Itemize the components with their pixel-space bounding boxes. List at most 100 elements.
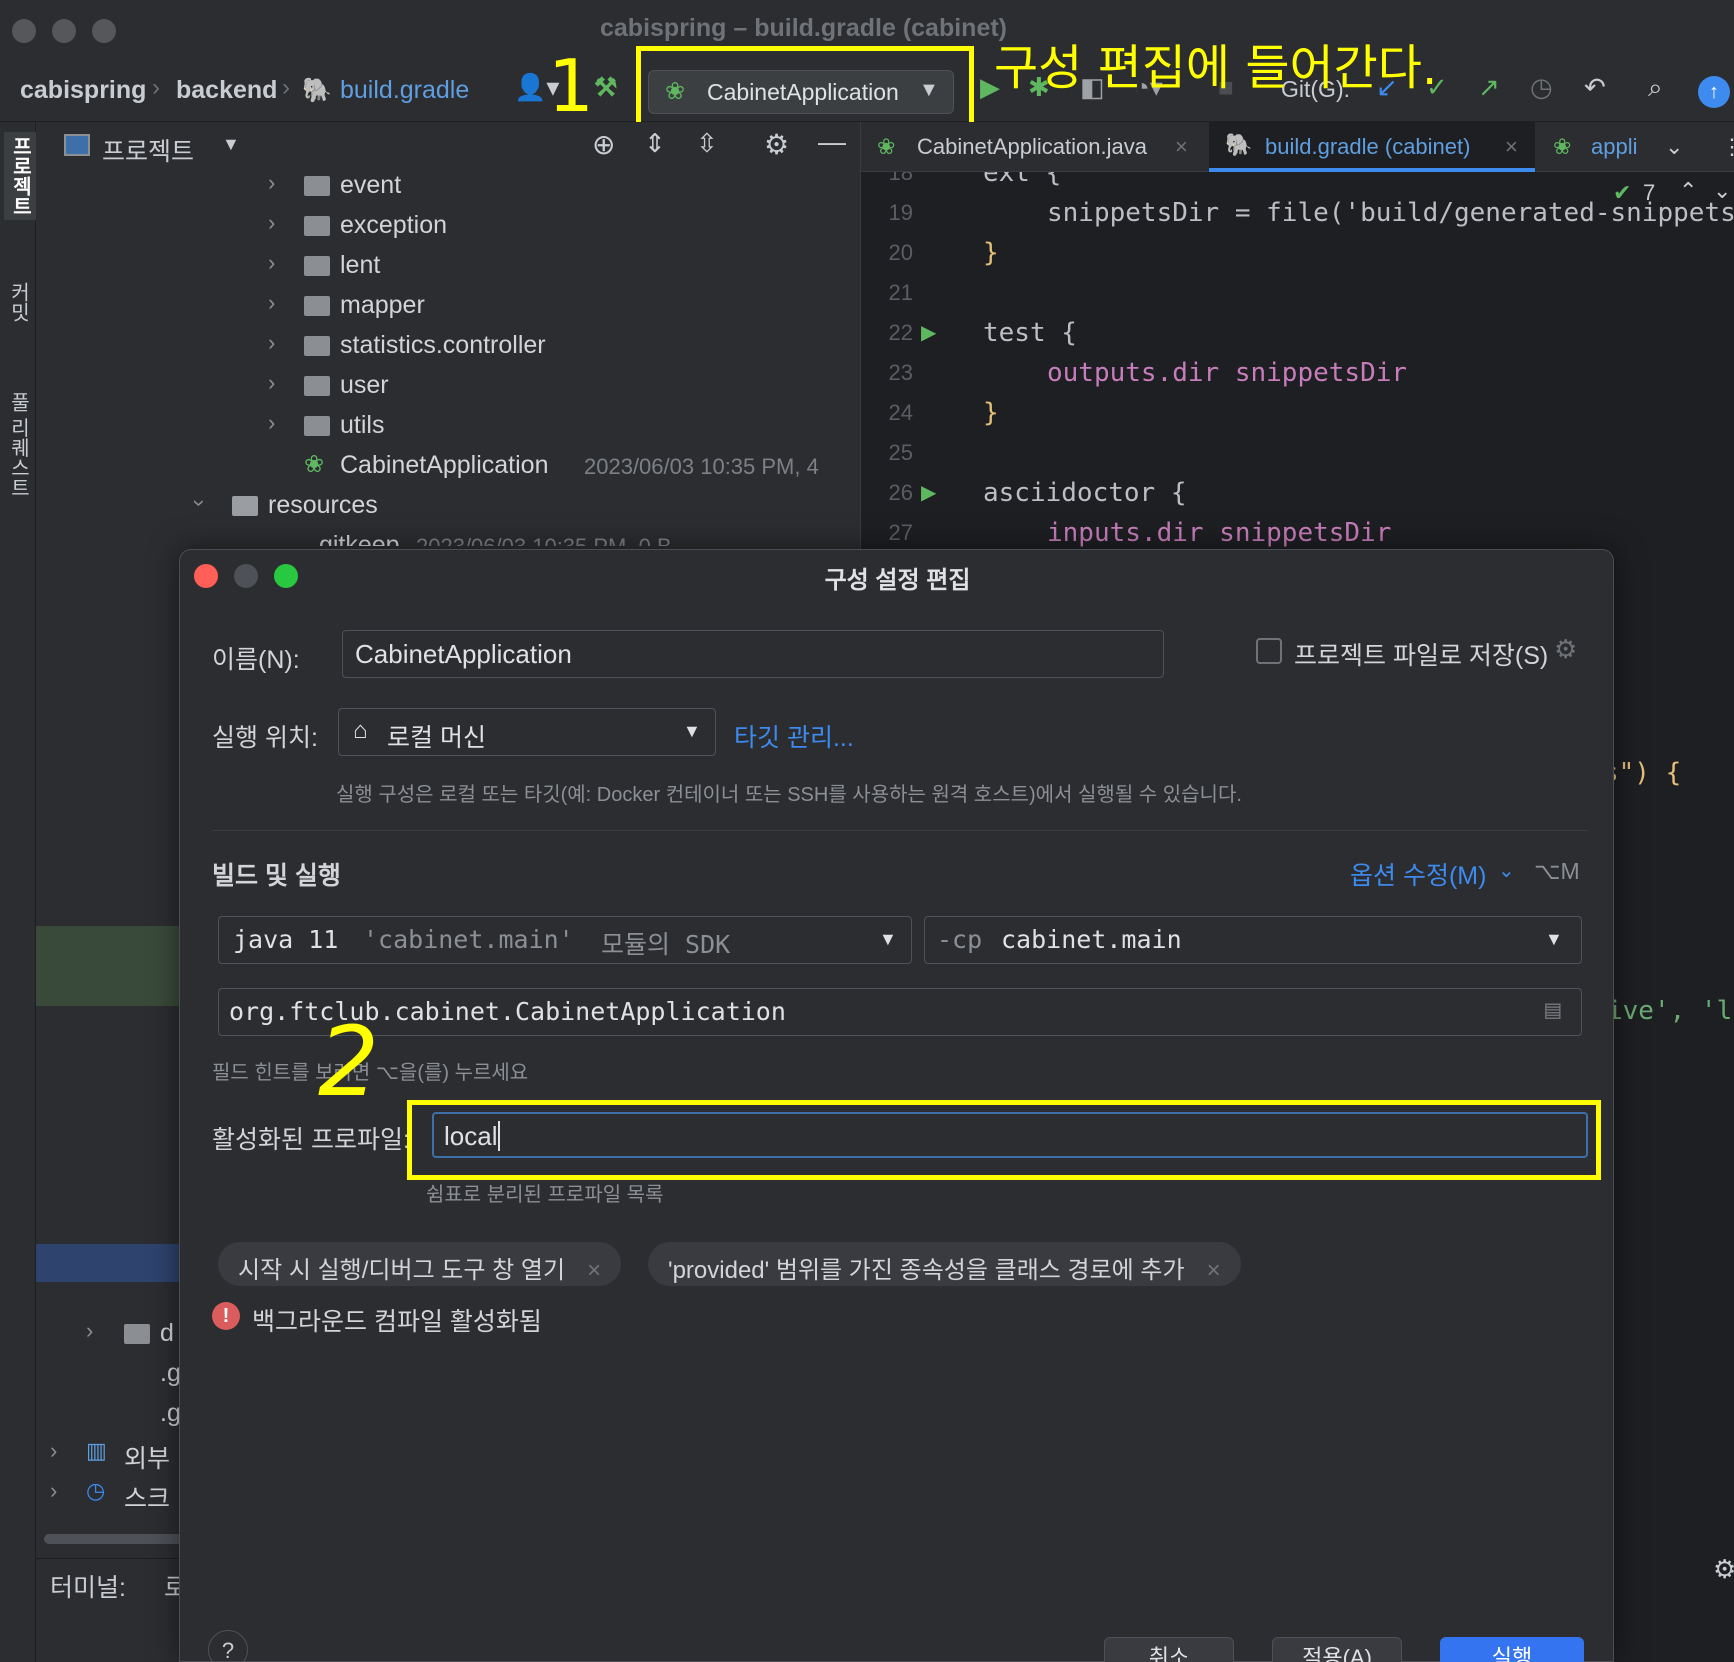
tree-item-lent[interactable]: › lent xyxy=(36,246,860,286)
apply-button[interactable]: 적용(A) xyxy=(1272,1637,1402,1662)
hide-pane-icon[interactable]: — xyxy=(818,126,846,158)
chevron-down-icon[interactable]: ⌄ xyxy=(1713,178,1731,204)
more-options-icon[interactable]: ⋮ xyxy=(1721,134,1734,160)
active-profiles-label: 활성화된 프로파일: xyxy=(212,1126,410,1154)
code-line-23: outputs.dir snippetsDir xyxy=(1047,358,1408,388)
help-button[interactable]: ? xyxy=(208,1630,248,1662)
horizontal-scrollbar[interactable] xyxy=(44,1534,184,1544)
sdk-dropdown[interactable]: java 11 'cabinet.main' 모듈의 SDK ▼ xyxy=(218,916,912,964)
classpath-prefix: -cp xyxy=(937,925,983,954)
run-gutter-icon[interactable]: ▶ xyxy=(921,320,936,345)
git-rollback-icon[interactable]: ↶ xyxy=(1584,72,1606,103)
active-profiles-hint: 쉼표로 분리된 프로파일 목록 xyxy=(426,1184,664,1206)
chevron-down-icon: ▼ xyxy=(683,721,701,741)
git-push-icon[interactable]: ↗ xyxy=(1478,72,1500,103)
breadcrumb-project[interactable]: cabispring xyxy=(20,76,146,105)
tab-application[interactable]: appli xyxy=(1591,134,1645,160)
chip-label: 시작 시 실행/디버그 도구 창 열기 xyxy=(238,1257,566,1284)
chevron-down-icon: ▼ xyxy=(1545,929,1563,949)
sdk-module-value: 'cabinet.main' xyxy=(363,925,574,954)
spring-class-icon: ❀ xyxy=(877,134,896,159)
tree-item-statistics-controller[interactable]: › statistics.controller xyxy=(36,326,860,366)
run-on-dropdown[interactable]: ⌂ 로컬 머신 ▼ xyxy=(338,708,716,756)
annotation-number-2: 2 xyxy=(318,1006,380,1118)
tree-item-d[interactable]: › d xyxy=(36,1314,180,1354)
tree-item-user[interactable]: › user xyxy=(36,366,860,406)
tab-cabinet-application-java[interactable]: CabinetApplication.java xyxy=(917,134,1147,160)
dialog-title: 구성 설정 편집 xyxy=(824,567,971,594)
chevron-down-icon[interactable]: ▼ xyxy=(222,134,240,155)
chip-add-provided-dependencies[interactable]: 'provided' 범위를 가진 종속성을 클래스 경로에 추가 × xyxy=(648,1242,1241,1286)
chevron-down-icon: ▼ xyxy=(879,929,897,949)
tree-item-external-libraries[interactable]: › ▥ 외부 xyxy=(36,1434,180,1474)
classpath-dropdown[interactable]: -cp cabinet.main ▼ xyxy=(924,916,1582,964)
breadcrumb-module[interactable]: backend xyxy=(176,76,277,105)
project-pane-title[interactable]: 프로젝트 xyxy=(102,132,194,168)
tree-item-event[interactable]: › event xyxy=(36,166,860,206)
side-tab-commit[interactable]: 커밋 xyxy=(4,282,33,322)
chip-label: 'provided' 범위를 가진 종속성을 클래스 경로에 추가 xyxy=(668,1257,1185,1284)
chip-open-run-debug-window[interactable]: 시작 시 실행/디버그 도구 창 열기 × xyxy=(218,1242,622,1286)
build-hammer-icon[interactable]: ⚒ xyxy=(594,72,617,103)
inspection-ok-icon[interactable]: ✔ xyxy=(1613,180,1631,206)
locate-icon[interactable]: ⊕ xyxy=(592,128,615,161)
divider xyxy=(212,830,1588,831)
breadcrumb-file[interactable]: build.gradle xyxy=(340,76,469,105)
terminal-label: 터미널: xyxy=(50,1574,126,1602)
tree-item-gitkeep[interactable]: .gitkeep 2023/06/03 10:35 PM, 0 B xyxy=(36,526,860,546)
chevron-down-icon[interactable]: ⌄ xyxy=(1498,858,1515,883)
close-icon[interactable]: × xyxy=(587,1257,601,1284)
main-class-field[interactable]: org.ftclub.cabinet.CabinetApplication ▤ xyxy=(218,988,1582,1036)
close-icon[interactable]: × xyxy=(1505,134,1518,160)
code-area[interactable]: 18 ext { 19 snippetsDir = file('build/ge… xyxy=(861,172,1734,552)
modify-options-link[interactable]: 옵션 수정(M) xyxy=(1350,856,1486,892)
tree-selection-highlight xyxy=(36,1244,186,1282)
gear-icon[interactable]: ⚙ xyxy=(1713,1554,1734,1585)
chevron-up-icon[interactable]: ⌃ xyxy=(1679,178,1697,204)
name-field[interactable]: CabinetApplication xyxy=(342,630,1164,678)
line-number: 22 xyxy=(888,320,913,345)
tool-window-strip: 프로젝트 커밋 풀 리퀘스트 xyxy=(0,122,37,1662)
expand-all-icon[interactable]: ⇕ xyxy=(644,128,666,159)
window-minimize-button[interactable] xyxy=(52,19,76,43)
tree-item-exception[interactable]: › exception xyxy=(36,206,860,246)
run-on-label: 실행 위치: xyxy=(212,724,318,752)
tree-item-resources[interactable]: › resources xyxy=(36,486,860,526)
side-tab-pull-requests[interactable]: 풀 리퀘스트 xyxy=(4,392,33,498)
build-run-header: 빌드 및 실행 xyxy=(212,862,341,890)
gear-icon[interactable]: ⚙ xyxy=(1554,634,1577,665)
gradle-icon: 🐘 xyxy=(1225,132,1253,157)
library-icon: ▥ xyxy=(86,1438,107,1463)
collapse-all-icon[interactable]: ⇳ xyxy=(696,128,718,159)
classpath-value: cabinet.main xyxy=(1001,925,1182,954)
line-number: 20 xyxy=(888,240,913,265)
close-icon[interactable]: × xyxy=(1207,1257,1221,1284)
update-icon[interactable]: ↑ xyxy=(1698,76,1730,108)
browse-class-icon[interactable]: ▤ xyxy=(1545,995,1561,1025)
tree-item-g1[interactable]: .g xyxy=(36,1354,180,1394)
side-tab-project[interactable]: 프로젝트 xyxy=(4,132,37,220)
spring-class-icon: ❀ xyxy=(1553,134,1572,159)
tree-item-cabinet-application[interactable]: ❀ CabinetApplication 2023/06/03 10:35 PM… xyxy=(36,446,860,486)
git-history-icon[interactable]: ◷ xyxy=(1530,72,1553,103)
gear-icon[interactable]: ⚙ xyxy=(764,128,789,161)
tree-item-scratches[interactable]: ›◷스크리 xyxy=(36,1474,180,1514)
run-button[interactable]: 실행 xyxy=(1440,1637,1584,1662)
tree-item-g2[interactable]: .g xyxy=(36,1394,180,1434)
cancel-button[interactable]: 취소 xyxy=(1104,1637,1234,1662)
tree-item-utils[interactable]: › utils xyxy=(36,406,860,446)
code-line-20: } xyxy=(983,238,999,268)
tree-item-mapper[interactable]: › mapper xyxy=(36,286,860,326)
close-icon[interactable]: × xyxy=(1175,134,1188,160)
run-gutter-icon[interactable]: ▶ xyxy=(921,480,936,505)
window-close-button[interactable] xyxy=(12,19,36,43)
line-number: 21 xyxy=(888,280,913,305)
search-icon[interactable]: ⌕ xyxy=(1648,72,1663,104)
store-as-project-file-checkbox[interactable] xyxy=(1256,638,1282,664)
code-line-27: inputs.dir snippetsDir xyxy=(1047,518,1392,548)
chevron-down-icon[interactable]: ⌄ xyxy=(1665,134,1683,160)
manage-targets-link[interactable]: 타깃 관리... xyxy=(734,718,854,754)
tab-build-gradle[interactable]: build.gradle (cabinet) xyxy=(1265,134,1470,160)
line-number: 24 xyxy=(888,400,913,425)
window-zoom-button[interactable] xyxy=(92,19,116,43)
